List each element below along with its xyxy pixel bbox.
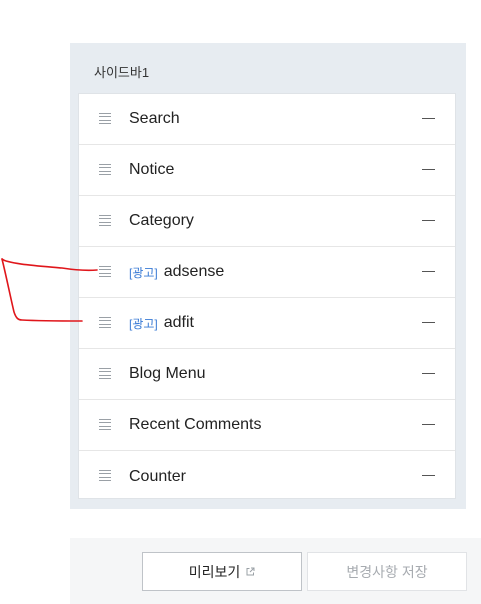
drag-handle-icon[interactable] [99, 266, 111, 277]
panel-title: 사이드바1 [94, 65, 150, 80]
external-link-icon [246, 567, 255, 576]
drag-handle-icon[interactable] [99, 113, 111, 124]
list-item-notice[interactable]: Notice [79, 145, 455, 196]
remove-icon[interactable] [422, 169, 435, 170]
remove-icon[interactable] [422, 373, 435, 374]
list-item-label: Counter [129, 468, 186, 486]
sidebar-panel: 사이드바1 Search Notice Category [광고] adsens… [70, 43, 466, 509]
list-item-label: Blog Menu [129, 365, 206, 383]
list-item-blog-menu[interactable]: Blog Menu [79, 349, 455, 400]
item-name: Counter [129, 467, 186, 485]
item-name: Notice [129, 161, 175, 178]
remove-icon[interactable] [422, 271, 435, 272]
list-item-label: Notice [129, 161, 174, 179]
item-name: Recent Comments [129, 416, 262, 433]
list-item-recent-comments[interactable]: Recent Comments [79, 400, 455, 451]
remove-icon[interactable] [422, 424, 435, 425]
list-item-adfit[interactable]: [광고] adfit [79, 298, 455, 349]
list-item-counter[interactable]: Counter [79, 451, 455, 502]
drag-handle-icon[interactable] [99, 317, 111, 328]
bottom-action-bar: 미리보기 변경사항 저장 [70, 538, 481, 604]
list-item-label: [광고] adsense [129, 263, 224, 281]
drag-handle-icon[interactable] [99, 164, 111, 175]
drag-handle-icon[interactable] [99, 419, 111, 430]
item-name: adfit [163, 314, 194, 331]
remove-icon[interactable] [422, 322, 435, 323]
list-item-label: [광고] adfit [129, 314, 194, 332]
save-button-label: 변경사항 저장 [346, 563, 428, 580]
list-item-category[interactable]: Category [79, 196, 455, 247]
drag-handle-icon[interactable] [99, 368, 111, 379]
plugin-list: Search Notice Category [광고] adsense [광고] [78, 93, 456, 499]
item-name: Category [129, 212, 194, 229]
item-name: adsense [163, 263, 225, 280]
preview-button-label: 미리보기 [188, 563, 241, 580]
list-item-label: Search [129, 110, 180, 128]
list-item-adsense[interactable]: [광고] adsense [79, 247, 455, 298]
drag-handle-icon[interactable] [99, 215, 111, 226]
drag-handle-icon[interactable] [99, 470, 111, 481]
remove-icon[interactable] [422, 118, 435, 119]
item-name: Blog Menu [129, 365, 206, 382]
list-item-label: Recent Comments [129, 416, 262, 434]
ad-badge: [광고] [129, 265, 158, 280]
remove-icon[interactable] [422, 220, 435, 221]
item-name: Search [129, 110, 180, 127]
list-item-search[interactable]: Search [79, 94, 455, 145]
preview-button[interactable]: 미리보기 [142, 552, 302, 591]
remove-icon[interactable] [422, 475, 435, 476]
ad-badge: [광고] [129, 316, 158, 331]
save-changes-button[interactable]: 변경사항 저장 [307, 552, 467, 591]
list-item-label: Category [129, 212, 194, 230]
